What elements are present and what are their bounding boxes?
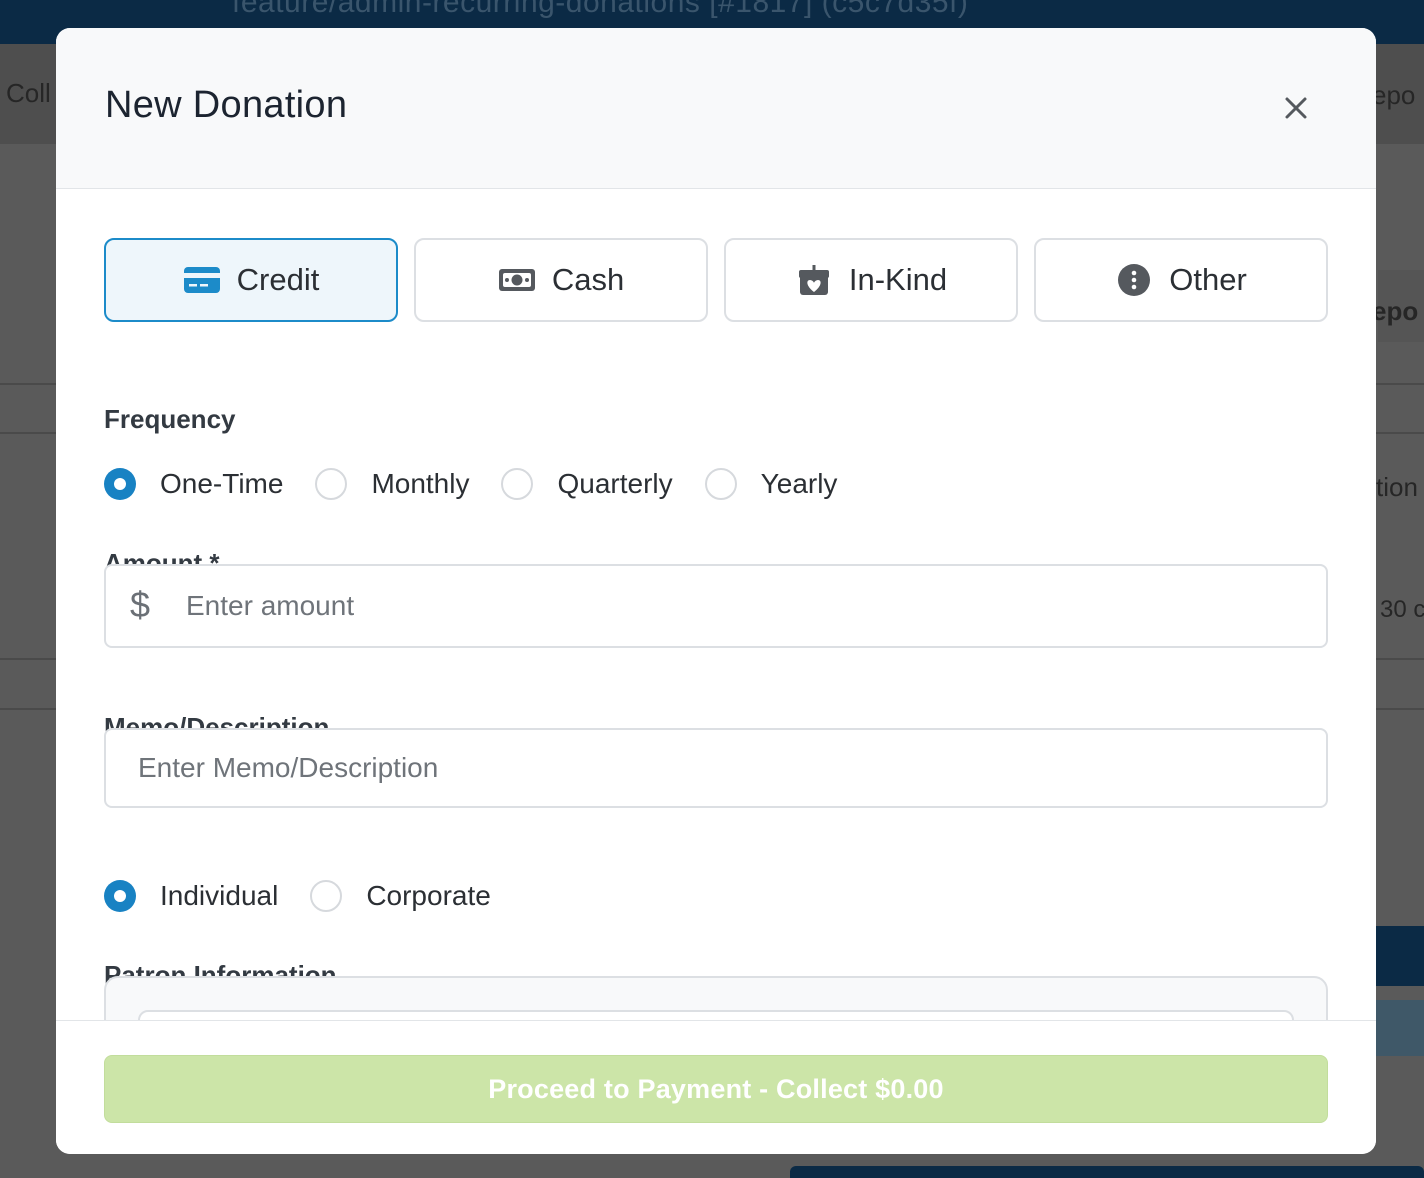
payment-type-selector: Credit Cash In-Kind Other (104, 238, 1328, 322)
dollar-icon: $ (130, 584, 151, 625)
memo-input[interactable] (138, 746, 1288, 790)
payment-type-label: Other (1169, 262, 1247, 297)
radio-label: Corporate (366, 880, 491, 911)
radio-button[interactable] (704, 468, 737, 500)
amount-field: $ (104, 564, 1328, 648)
proceed-button-label: Proceed to Payment - Collect $0.00 (488, 1073, 944, 1104)
payment-type-other-button[interactable]: Other (1034, 238, 1328, 322)
modal-body: Credit Cash In-Kind Other Frequency One-… (56, 190, 1376, 1020)
patron-type-radio-group: Individual Corporate (104, 876, 523, 916)
patron-search-field[interactable] (138, 1010, 1294, 1020)
payment-type-credit-button[interactable]: Credit (104, 238, 398, 322)
radio-button[interactable] (315, 468, 348, 500)
branch-title: feature/admin-recurring-donations [#1817… (232, 0, 969, 19)
background-text-fragment: 30 c (1380, 596, 1424, 623)
frequency-option-monthly[interactable]: Monthly (315, 468, 469, 500)
background-divider (1376, 658, 1424, 660)
frequency-option-yearly[interactable]: Yearly (704, 468, 838, 500)
background-divider (0, 432, 56, 434)
radio-label: Individual (160, 880, 279, 911)
close-icon (1285, 97, 1307, 119)
background-tab-fragment: Coll (6, 78, 51, 108)
payment-type-label: Cash (551, 262, 625, 297)
background-divider (0, 383, 56, 385)
frequency-option-one-time[interactable]: One-Time (104, 468, 283, 500)
radio-button[interactable] (501, 468, 534, 500)
credit-card-icon (183, 261, 221, 299)
frequency-radio-group: One-Time Monthly Quarterly Yearly (104, 464, 869, 504)
background-divider (1376, 383, 1424, 385)
background-button (1376, 1000, 1424, 1056)
radio-label: Quarterly (557, 468, 673, 499)
radio-button[interactable] (310, 880, 343, 912)
background-button (1376, 926, 1424, 986)
background-panel (790, 1166, 1424, 1178)
close-button[interactable] (1278, 90, 1314, 126)
patron-type-individual[interactable]: Individual (104, 880, 278, 912)
payment-type-in-kind-button[interactable]: In-Kind (724, 238, 1018, 322)
background-divider (1376, 432, 1424, 434)
modal-footer: Proceed to Payment - Collect $0.00 (56, 1020, 1376, 1154)
background-text-fragment: tion (1376, 472, 1418, 502)
radio-button[interactable] (104, 468, 136, 500)
payment-type-cash-button[interactable]: Cash (414, 238, 708, 322)
patron-type-corporate[interactable]: Corporate (310, 880, 491, 912)
modal-header: New Donation (56, 28, 1376, 189)
cash-icon (498, 261, 536, 299)
background-divider (0, 708, 56, 710)
amount-input[interactable] (186, 584, 1286, 628)
radio-label: Yearly (760, 468, 838, 499)
gift-icon (795, 261, 833, 299)
payment-type-label: Credit (236, 262, 320, 297)
patron-information-panel (104, 976, 1328, 1020)
background-text-fragment: epo (1372, 80, 1416, 110)
modal-title: New Donation (105, 84, 348, 126)
radio-label: Monthly (371, 468, 470, 499)
payment-type-label: In-Kind (848, 262, 948, 297)
memo-field (104, 728, 1328, 808)
background-divider (1376, 708, 1424, 710)
proceed-to-payment-button[interactable]: Proceed to Payment - Collect $0.00 (104, 1055, 1328, 1123)
new-donation-modal: New Donation Credit Cash In-Kind Other F… (56, 28, 1376, 1154)
background-text-fragment: epo (1372, 296, 1419, 326)
info-circle-icon (1115, 261, 1153, 299)
radio-label: One-Time (160, 468, 284, 499)
frequency-option-quarterly[interactable]: Quarterly (501, 468, 673, 500)
background-divider (0, 658, 56, 660)
radio-button[interactable] (104, 880, 136, 912)
frequency-label: Frequency (104, 404, 236, 434)
